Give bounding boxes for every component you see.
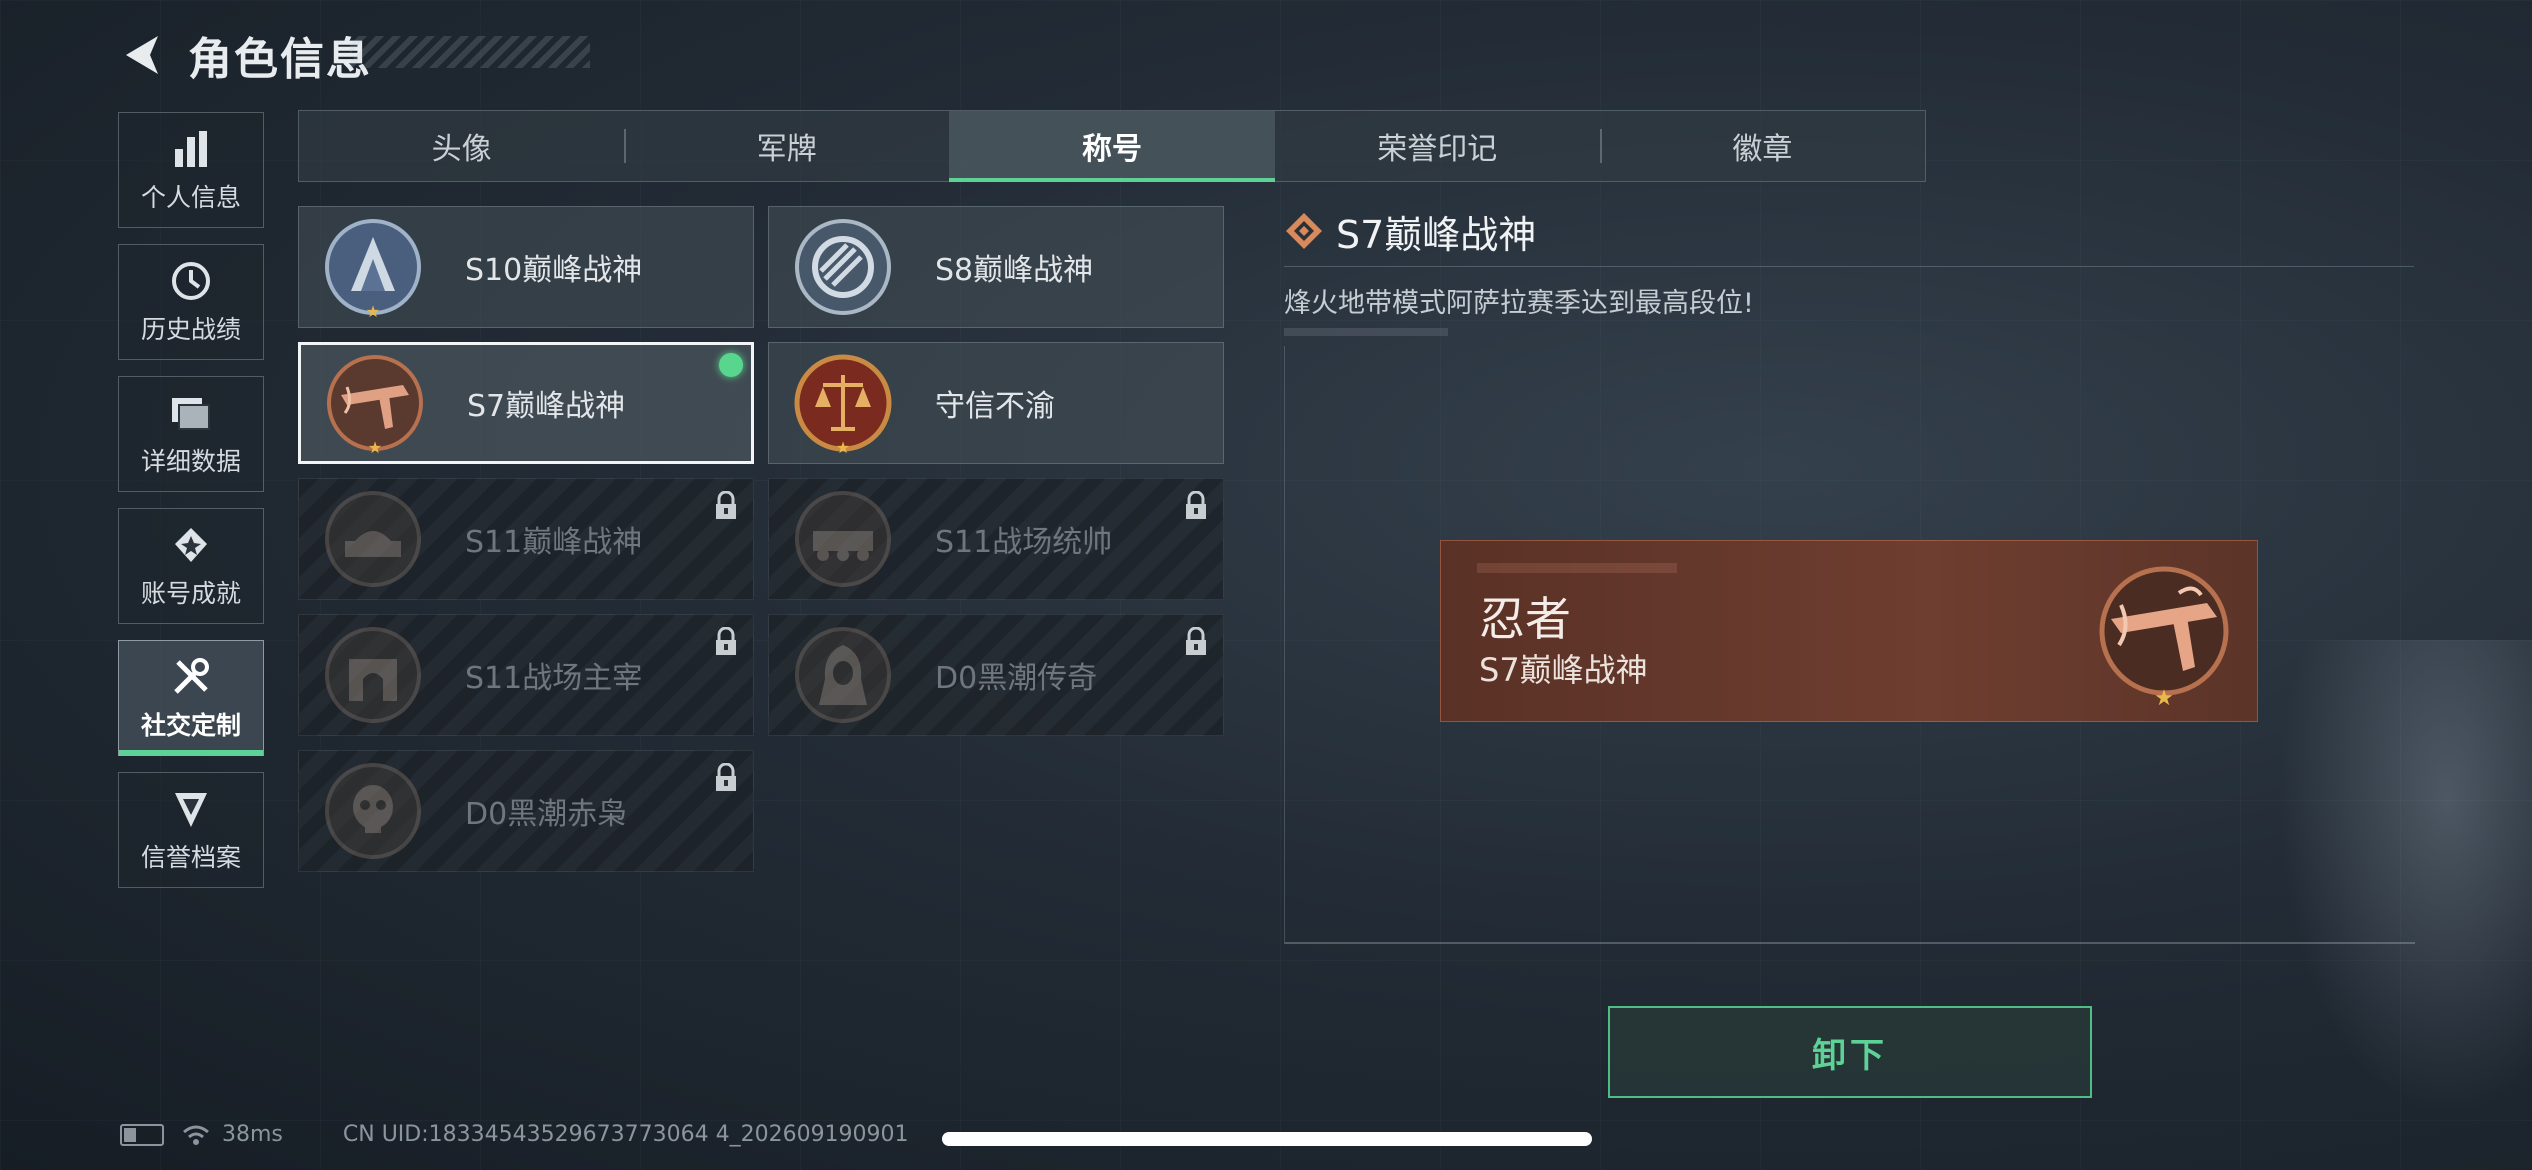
title-card-locked[interactable]: D0黑潮赤枭 (298, 750, 754, 872)
sidebar-item-social-custom[interactable]: 社交定制 (118, 640, 264, 756)
back-button[interactable] (118, 32, 164, 78)
nameplate-decoration (1477, 563, 1677, 573)
lock-icon (1186, 491, 1206, 519)
unequip-button[interactable]: 卸下 (1608, 1006, 2092, 1098)
sidebar-item-history[interactable]: 历史战绩 (118, 244, 264, 360)
apc-medal-icon (791, 487, 895, 591)
title-card[interactable]: ★ S10巅峰战神 (298, 206, 754, 328)
lock-icon (716, 763, 736, 791)
title-name: S8巅峰战神 (935, 253, 1094, 288)
nameplate-preview: 忍者 S7巅峰战神 ★ (1440, 540, 2258, 722)
crossbow-medal-icon: ★ (2099, 566, 2229, 711)
title-name: S10巅峰战神 (465, 253, 643, 288)
sidebar-item-label: 个人信息 (140, 183, 241, 212)
title-decoration (350, 36, 590, 68)
page-header: 角色信息 (118, 22, 372, 88)
home-indicator[interactable] (942, 1132, 1592, 1146)
lock-icon (716, 491, 736, 519)
detail-header: S7巅峰战神 (1284, 206, 2414, 267)
tools-icon (168, 654, 214, 700)
sidebar-item-detailed-data[interactable]: 详细数据 (118, 376, 264, 492)
latency-text: 38ms (222, 1122, 283, 1147)
diamond-emblem-icon (1286, 213, 1322, 249)
sidebar-item-label: 信誉档案 (140, 843, 241, 872)
sidebar-item-label: 账号成就 (140, 579, 241, 608)
title-name: D0黑潮传奇 (935, 661, 1098, 696)
title-detail-panel: S7巅峰战神 烽火地带模式阿萨拉赛季达到最高段位! (1284, 206, 2414, 336)
tank-medal-icon (321, 487, 425, 591)
detail-title: S7巅峰战神 (1336, 212, 1537, 257)
achievement-icon (168, 522, 214, 568)
hooded-figure-medal-icon (791, 623, 895, 727)
tab-badge[interactable]: 徽章 (1599, 111, 1925, 181)
emblem-icon (168, 786, 214, 832)
title-card-locked[interactable]: S11巅峰战神 (298, 478, 754, 600)
title-card[interactable]: ★ 守信不渝 (768, 342, 1224, 464)
crossbow-medal-icon: ★ (323, 351, 427, 457)
title-card-selected[interactable]: ★ S7巅峰战神 (298, 342, 754, 464)
sidebar: 个人信息 历史战绩 详细数据 账号成就 社交定制 信誉档案 (118, 112, 266, 904)
title-card-locked[interactable]: S11战场主宰 (298, 614, 754, 736)
title-card-locked[interactable]: D0黑潮传奇 (768, 614, 1224, 736)
sidebar-item-label: 社交定制 (140, 711, 241, 740)
clock-icon (168, 258, 214, 304)
tab-title[interactable]: 称号 (949, 111, 1275, 182)
back-arrow-icon (126, 36, 158, 74)
skull-medal-icon (321, 759, 425, 863)
sidebar-item-label: 详细数据 (140, 447, 241, 476)
title-name: 守信不渝 (935, 389, 1055, 424)
blue-silver-medal-icon: ★ (321, 215, 425, 321)
star-icon: ★ (367, 438, 383, 457)
tab-dog-tag[interactable]: 军牌 (624, 111, 949, 181)
detail-fineprint (1284, 328, 1448, 336)
tab-avatar[interactable]: 头像 (299, 111, 624, 181)
detail-description: 烽火地带模式阿萨拉赛季达到最高段位! (1284, 288, 1754, 319)
sidebar-item-label: 历史战绩 (140, 315, 241, 344)
tab-honor-mark[interactable]: 荣誉印记 (1275, 111, 1600, 181)
title-name: S7巅峰战神 (467, 389, 626, 424)
arch-medal-icon (321, 623, 425, 727)
title-name: S11战场主宰 (465, 661, 643, 696)
folder-icon (168, 390, 214, 436)
title-card-locked[interactable]: S11战场统帅 (768, 478, 1224, 600)
svg-text:★: ★ (2154, 686, 2174, 711)
lock-icon (716, 627, 736, 655)
bar-chart-icon (168, 126, 214, 172)
status-bar: 38ms CN UID:18334543529673773064 4_20260… (120, 1122, 909, 1147)
star-icon: ★ (835, 438, 851, 457)
sidebar-item-achievements[interactable]: 账号成就 (118, 508, 264, 624)
sidebar-item-reputation[interactable]: 信誉档案 (118, 772, 264, 888)
scales-medal-icon: ★ (791, 351, 895, 457)
nameplate-player-name: 忍者 (1479, 592, 1571, 646)
star-icon: ★ (365, 302, 381, 321)
title-card[interactable]: S8巅峰战神 (768, 206, 1224, 328)
page-title: 角色信息 (188, 34, 372, 85)
lock-icon (1186, 627, 1206, 655)
silver-stripe-medal-icon (791, 215, 895, 319)
wifi-icon (183, 1125, 209, 1145)
battery-icon (120, 1123, 164, 1146)
title-name: S11巅峰战神 (465, 525, 643, 560)
title-name: S11战场统帅 (935, 525, 1113, 560)
title-name: D0黑潮赤枭 (465, 797, 628, 832)
equipped-indicator (719, 353, 743, 377)
title-grid: ★ S10巅峰战神 S8巅峰战神 ★ S7巅峰战神 ★ 守信不渝 S11巅峰战神 (298, 206, 1224, 872)
uid-text: CN UID:18334543529673773064 4_2026091909… (342, 1122, 909, 1147)
nameplate-title: S7巅峰战神 (1479, 651, 1648, 689)
sidebar-item-personal-info[interactable]: 个人信息 (118, 112, 264, 228)
category-tabs: 头像 军牌 称号 荣誉印记 徽章 (298, 110, 1926, 182)
